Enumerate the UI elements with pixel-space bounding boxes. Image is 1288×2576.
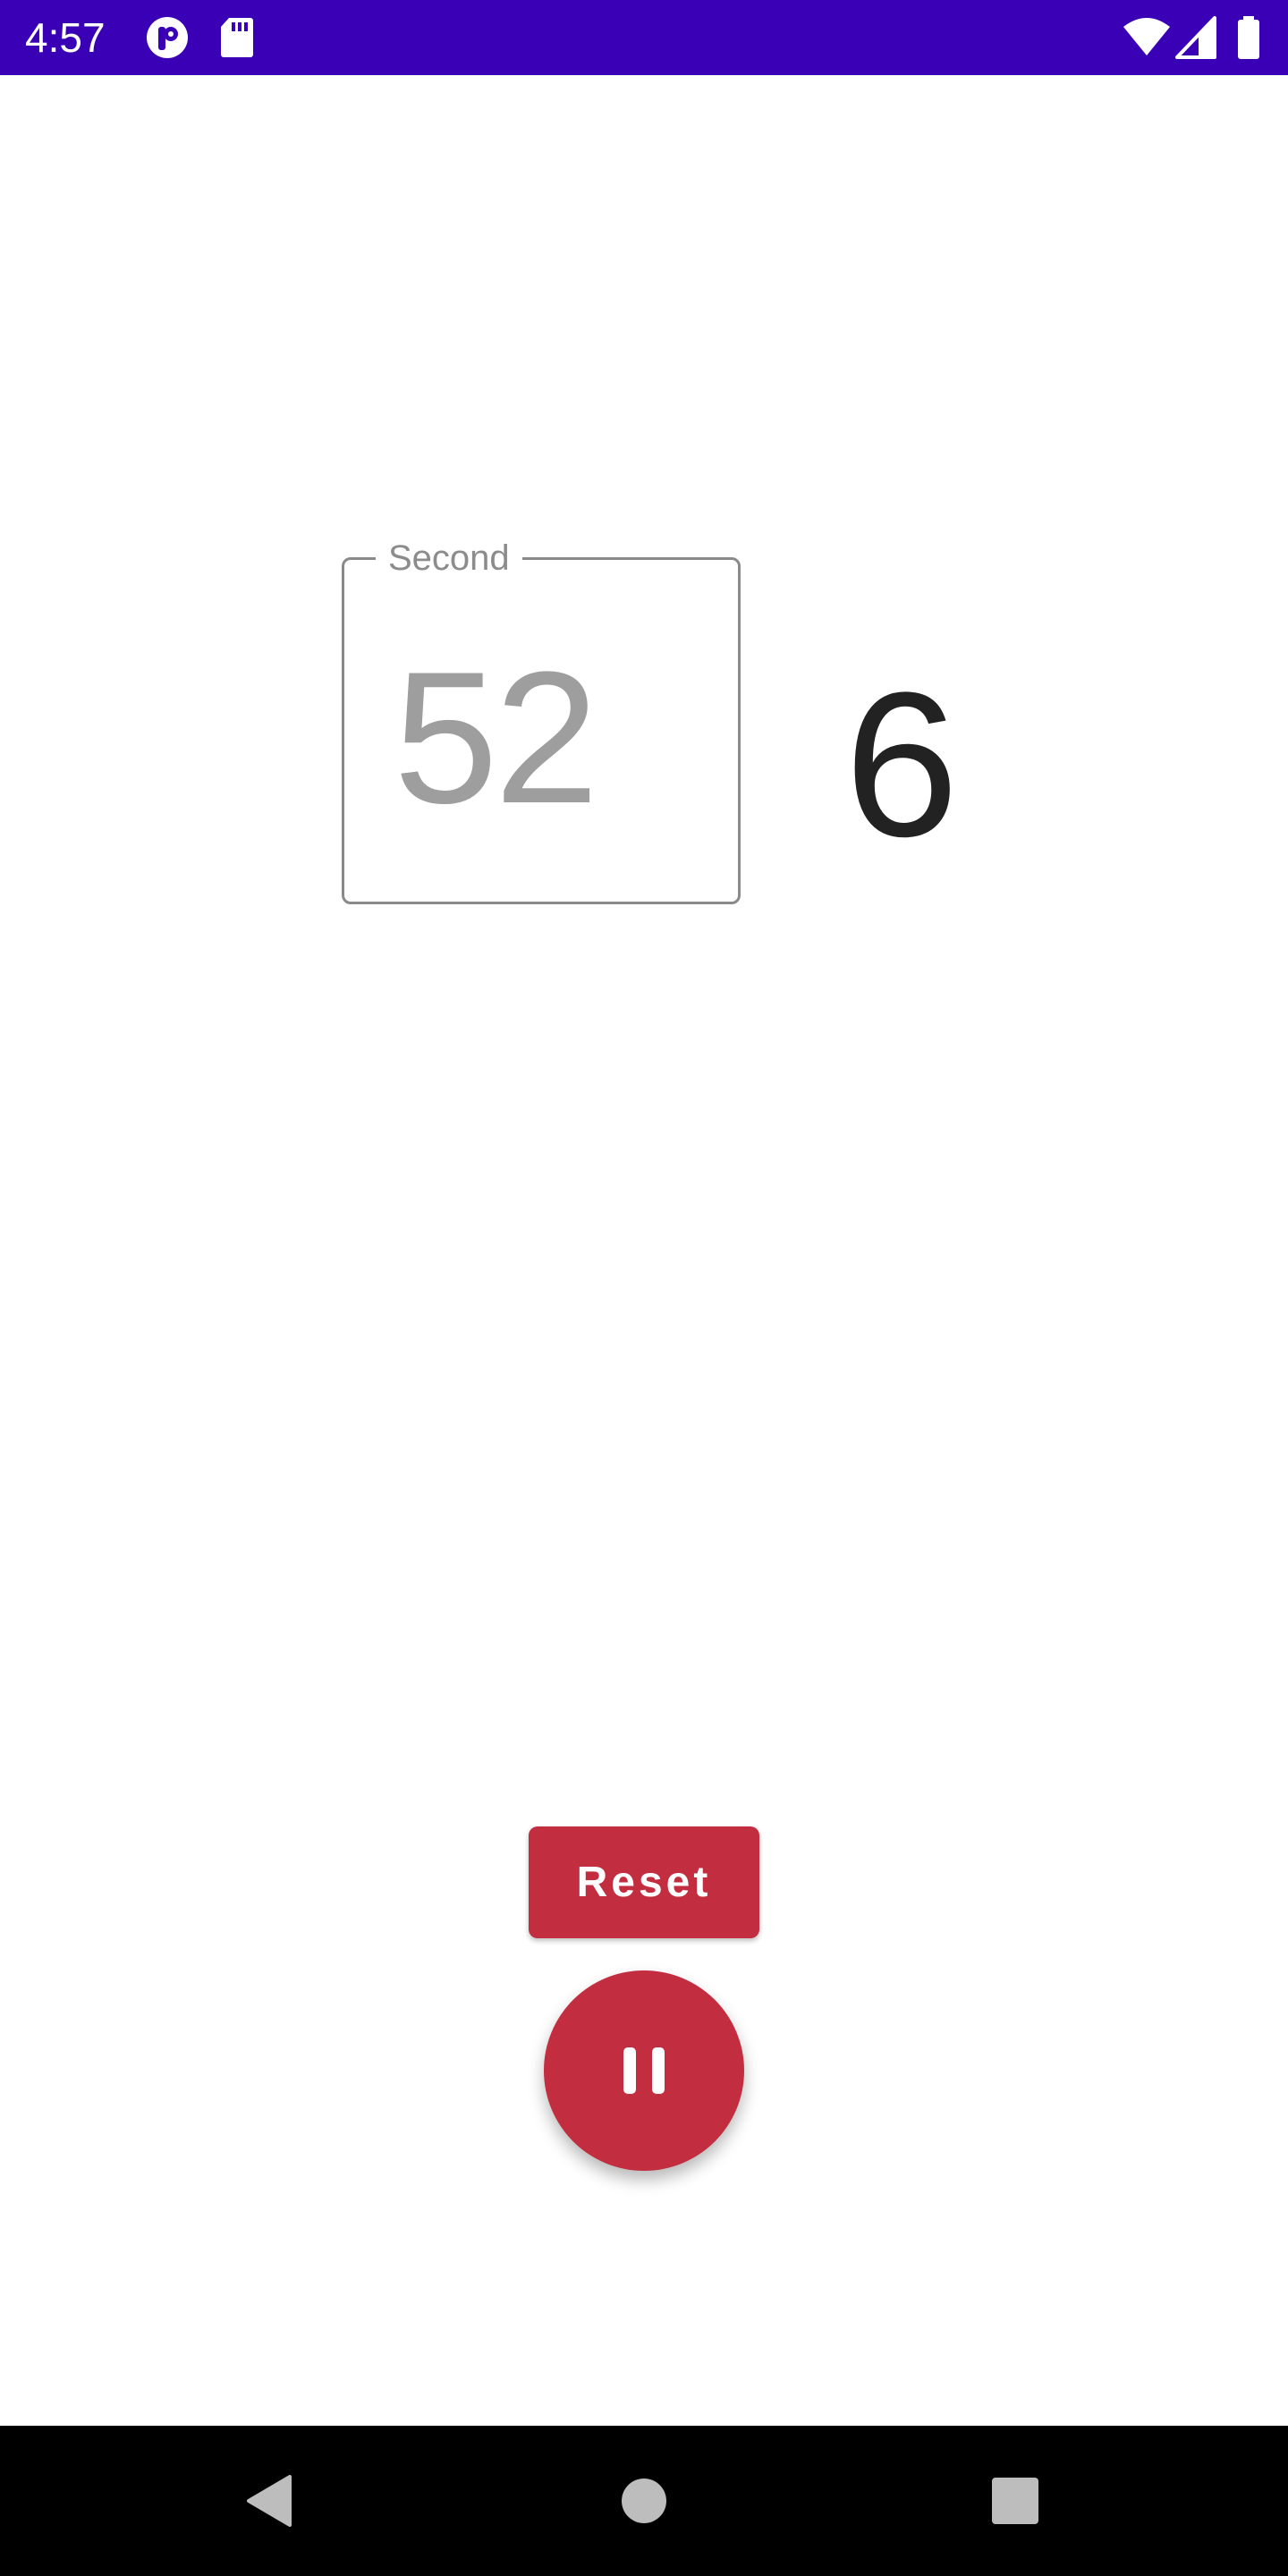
reset-button[interactable]: Reset — [529, 1826, 759, 1938]
status-time: 4:57 — [25, 14, 106, 61]
status-bar: 4:57 — [0, 0, 1288, 75]
home-icon — [621, 2478, 667, 2524]
second-field-value[interactable]: 52 — [394, 635, 599, 841]
app-notification-icon — [145, 16, 190, 59]
countdown-display: 6 — [844, 649, 959, 879]
sd-card-icon — [220, 16, 254, 59]
back-button[interactable] — [179, 2426, 358, 2576]
pause-icon — [623, 2047, 665, 2094]
battery-icon — [1236, 16, 1261, 59]
pause-button[interactable] — [544, 1970, 744, 2171]
second-field-label: Second — [376, 537, 522, 580]
home-button[interactable] — [555, 2426, 733, 2576]
back-icon — [245, 2475, 292, 2527]
recents-button[interactable] — [926, 2426, 1105, 2576]
recents-icon — [991, 2477, 1039, 2525]
cellular-signal-icon — [1175, 16, 1216, 59]
navigation-bar — [0, 2426, 1288, 2576]
wifi-icon — [1122, 16, 1172, 59]
